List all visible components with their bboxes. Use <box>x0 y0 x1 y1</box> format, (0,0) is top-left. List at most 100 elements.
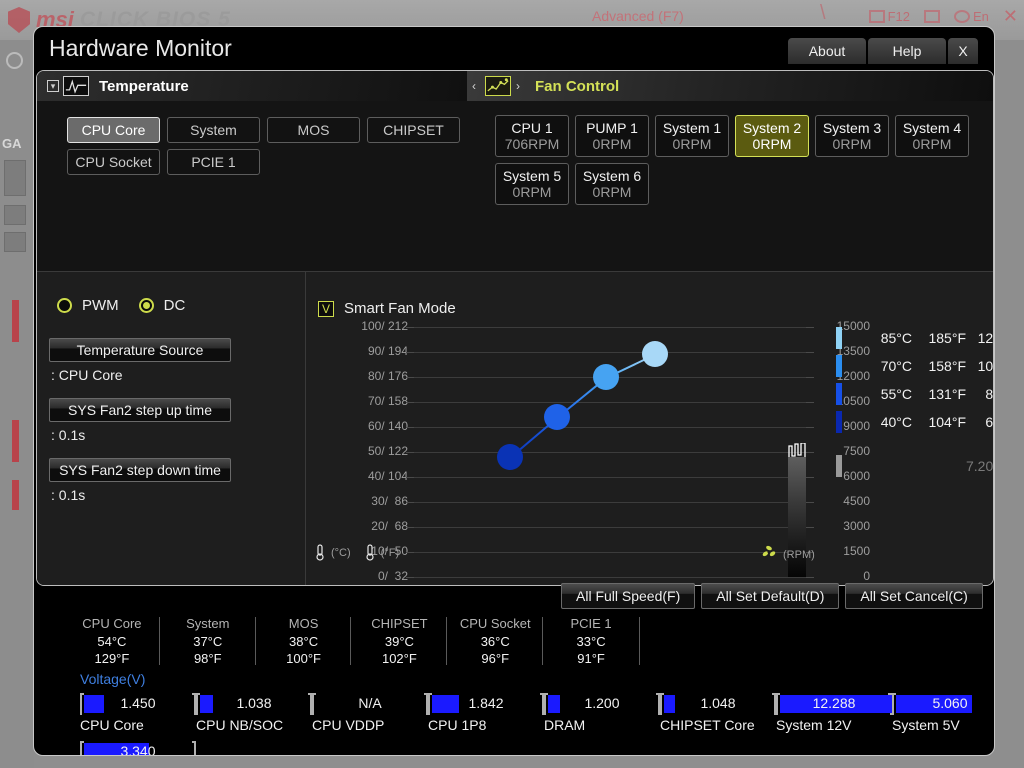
fan-tab-rpm: 0RPM <box>512 184 552 200</box>
temperature-tab-cpu-socket[interactable]: CPU Socket <box>67 149 160 175</box>
monitor-panel: ▾ Temperature ‹ › Fan Control CPU Core S… <box>36 70 994 586</box>
bios-decor-chip-2 <box>4 205 26 225</box>
step-down-time-value: : 0.1s <box>51 487 86 503</box>
fan-tab-system-6[interactable]: System 6 0RPM <box>575 163 649 205</box>
voltage-value: 5.060 <box>932 695 968 711</box>
fan-tab-system-2[interactable]: System 2 0RPM <box>735 115 809 157</box>
chart-y2-tick: 1500 <box>843 544 870 558</box>
close-button[interactable]: X <box>948 38 978 64</box>
temp-summary-celsius: 33°C <box>576 633 606 649</box>
chart-axis-tick <box>406 552 414 553</box>
bios-refresh-icon[interactable] <box>6 52 23 69</box>
fan-tab-rpm: 0RPM <box>592 184 632 200</box>
smart-fan-label: Smart Fan Mode <box>344 300 456 317</box>
action-all-full-speed-f-[interactable]: All Full Speed(F) <box>561 583 696 609</box>
legend-current-voltage: 7.20V <box>966 458 994 474</box>
voltage-value: N/A <box>358 695 382 711</box>
chart-gridline <box>414 352 806 353</box>
language-icon[interactable]: En <box>954 9 989 24</box>
fan-tab-rpm: 0RPM <box>832 136 872 152</box>
radio-pwm[interactable] <box>57 298 72 313</box>
temperature-section-header: ▾ Temperature <box>37 71 467 101</box>
chart-y-tick: 60/ 140 <box>367 419 408 433</box>
prev-page-icon[interactable]: ‹ <box>472 79 476 93</box>
temp-summary-cell: MOS 38°C 100°F <box>256 615 352 667</box>
chart-temp-units-footer: (°C) (°F) <box>314 544 407 561</box>
legend-row: 40°C 104°F 6.00V <box>836 411 993 433</box>
fan-speed-bar-handle[interactable] <box>788 442 806 459</box>
about-button[interactable]: About <box>788 38 866 64</box>
temp-summary-fahrenheit: 100°F <box>286 651 321 667</box>
voltage-item: 12.288 System 12V <box>776 693 892 733</box>
smart-fan-checkbox[interactable]: V <box>318 300 334 317</box>
fan-tab-pump-1[interactable]: PUMP 1 0RPM <box>575 115 649 157</box>
thermometer-celsius-icon <box>314 544 326 561</box>
radio-dc[interactable] <box>138 298 154 313</box>
hardware-monitor-dialog: Hardware Monitor About Help X ▾ Temperat… <box>33 26 995 756</box>
action-all-set-default-d-[interactable]: All Set Default(D) <box>701 583 840 609</box>
temp-summary-cell: System 37°C 98°F <box>160 615 256 667</box>
temperature-summary-end-divider <box>639 617 640 665</box>
step-down-time-button[interactable]: SYS Fan2 step down time <box>49 458 231 482</box>
temp-summary-name: CPU Socket <box>459 616 531 631</box>
fan-tab-name: System 2 <box>742 119 802 136</box>
bios-decor-bar-3 <box>12 480 19 510</box>
fan-curve-point-1[interactable] <box>497 444 524 470</box>
legend-voltage: 8.40V <box>985 386 994 402</box>
fan-tab-system-3[interactable]: System 3 0RPM <box>815 115 889 157</box>
fan-tab-system-5[interactable]: System 5 0RPM <box>495 163 569 205</box>
fan-tab-name: PUMP 1 <box>586 119 638 136</box>
fan-tab-name: System 1 <box>662 119 722 136</box>
temperature-tab-pcie-1[interactable]: PCIE 1 <box>167 149 260 175</box>
chart-gridline <box>414 327 806 328</box>
legend-voltage: 12.00V <box>977 330 994 346</box>
temperature-tabs-row2: CPU Socket PCIE 1 <box>67 149 260 175</box>
fan-curve-point-2[interactable] <box>544 404 571 430</box>
temp-summary-cell: CPU Core 54°C 129°F <box>64 615 160 667</box>
advanced-mode-label[interactable]: Advanced (F7) <box>592 8 684 24</box>
fan-tab-system-4[interactable]: System 4 0RPM <box>895 115 969 157</box>
voltage-label: System 5V <box>892 717 960 733</box>
legend-swatch <box>836 355 842 377</box>
next-page-icon[interactable]: › <box>516 79 520 93</box>
action-all-set-cancel-c-[interactable]: All Set Cancel(C) <box>845 583 983 609</box>
temperature-tab-chipset[interactable]: CHIPSET <box>367 117 460 143</box>
legend-celsius: 40°C <box>880 414 912 430</box>
chart-plot-area[interactable] <box>406 327 814 578</box>
note-icon[interactable] <box>924 10 940 23</box>
temperature-tabs-row1: CPU Core System MOS CHIPSET <box>67 117 460 143</box>
fan-tab-rpm: 0RPM <box>672 136 712 152</box>
fan-tab-cpu-1[interactable]: CPU 1 706RPM <box>495 115 569 157</box>
fan-tab-system-1[interactable]: System 1 0RPM <box>655 115 729 157</box>
chart-axis-tick <box>406 402 414 403</box>
bios-decor-bar-2 <box>12 420 19 462</box>
fan-tab-rpm: 0RPM <box>752 136 792 152</box>
fan-graph-icon <box>485 76 511 96</box>
voltage-label: CPU 1P8 <box>428 717 487 733</box>
screenshot-icon[interactable]: F12 <box>868 9 910 24</box>
chart-y-tick: 100/ 212 <box>361 319 408 333</box>
step-up-time-button[interactable]: SYS Fan2 step up time <box>49 398 231 422</box>
voltage-label: CPU Core <box>80 717 144 733</box>
temperature-tab-cpu-core[interactable]: CPU Core <box>67 117 160 143</box>
close-icon[interactable]: ✕ <box>1003 6 1018 27</box>
temp-summary-cell: CHIPSET 39°C 102°F <box>351 615 448 667</box>
voltage-row-2: 3.340System 3.3V <box>80 741 196 755</box>
temperature-tab-mos[interactable]: MOS <box>267 117 360 143</box>
temp-summary-fahrenheit: 91°F <box>577 651 605 667</box>
chart-y-tick: 0/ 32 <box>377 569 408 583</box>
fan-curve-point-4[interactable] <box>642 340 669 367</box>
legend-fahrenheit: 185°F <box>928 330 966 346</box>
chart-y-tick: 30/ 86 <box>371 494 408 508</box>
smart-fan-mode-toggle[interactable]: V Smart Fan Mode <box>318 300 456 317</box>
temperature-tab-system[interactable]: System <box>167 117 260 143</box>
temp-summary-name: System <box>186 616 230 631</box>
chart-axis-tick <box>406 502 414 503</box>
fan-curve-point-3[interactable] <box>593 364 620 390</box>
fan-buttons-row1: CPU 1 706RPM PUMP 1 0RPM System 1 0RPM System … <box>495 115 969 157</box>
temperature-source-button[interactable]: Temperature Source <box>49 338 231 362</box>
chart-gridline <box>414 552 806 553</box>
collapse-icon[interactable]: ▾ <box>47 80 59 92</box>
help-button[interactable]: Help <box>868 38 946 64</box>
temp-summary-celsius: 37°C <box>193 633 223 649</box>
